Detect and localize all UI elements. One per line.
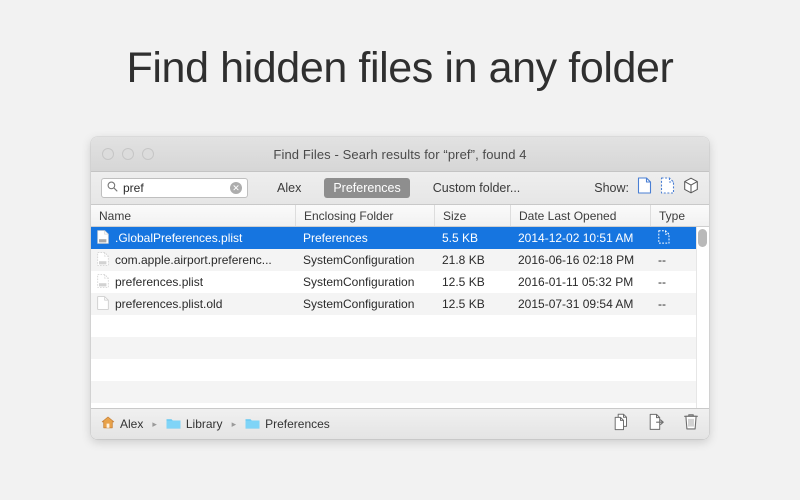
table-row[interactable]: preferences.plist.old SystemConfiguratio… bbox=[91, 293, 709, 315]
breadcrumb: Alex ▸ Library ▸ Preferences bbox=[101, 416, 330, 432]
page-title: Find hidden files in any folder bbox=[126, 44, 674, 92]
cell-date-last-opened: 2015-07-31 09:54 AM bbox=[518, 297, 634, 311]
file-name-label: .GlobalPreferences.plist bbox=[115, 231, 243, 245]
file-name-label: preferences.plist bbox=[115, 275, 204, 289]
column-header-date-last-opened[interactable]: Date Last Opened bbox=[510, 205, 650, 226]
zoom-button[interactable] bbox=[142, 148, 154, 160]
search-input[interactable]: pref bbox=[123, 182, 225, 194]
cell-name: preferences.plist bbox=[91, 271, 295, 293]
file-name-label: preferences.plist.old bbox=[115, 297, 223, 311]
breadcrumb-item-alex[interactable]: Alex bbox=[120, 417, 143, 431]
table-row[interactable]: preferences.plist SystemConfiguration 12… bbox=[91, 271, 709, 293]
cell-enclosing-folder: SystemConfiguration bbox=[303, 275, 415, 289]
close-button[interactable] bbox=[102, 148, 114, 160]
scrollbar-track[interactable] bbox=[696, 227, 709, 408]
empty-row bbox=[91, 359, 709, 381]
show-filter-group: Show: bbox=[594, 177, 699, 199]
minimize-button[interactable] bbox=[122, 148, 134, 160]
column-header-type[interactable]: Type bbox=[650, 205, 709, 226]
home-icon bbox=[101, 416, 115, 432]
empty-row bbox=[91, 315, 709, 337]
traffic-light-group bbox=[102, 148, 154, 160]
column-header-size[interactable]: Size bbox=[434, 205, 510, 226]
cell-size: 12.5 KB bbox=[442, 297, 485, 311]
cell-size: 12.5 KB bbox=[442, 275, 485, 289]
column-header-enclosing-folder[interactable]: Enclosing Folder bbox=[295, 205, 434, 226]
show-label: Show: bbox=[594, 181, 629, 195]
cell-name: preferences.plist.old bbox=[91, 293, 295, 315]
cell-enclosing-folder: SystemConfiguration bbox=[303, 253, 415, 267]
cell-name: .GlobalPreferences.plist bbox=[91, 227, 295, 249]
search-icon bbox=[107, 179, 118, 197]
table-column-headers: Name Enclosing Folder Size Date Last Ope… bbox=[91, 205, 709, 227]
empty-row bbox=[91, 337, 709, 359]
scope-button-alex[interactable]: Alex bbox=[268, 178, 310, 198]
cell-date-last-opened: 2016-06-16 02:18 PM bbox=[518, 253, 635, 267]
folder-icon bbox=[245, 417, 260, 432]
cell-date-last-opened: 2016-01-11 05:32 PM bbox=[518, 275, 634, 289]
breadcrumb-separator: ▸ bbox=[231, 418, 237, 429]
window-title: Find Files - Searh results for “pref”, f… bbox=[273, 146, 527, 162]
scrollbar-thumb[interactable] bbox=[698, 229, 707, 247]
clear-search-icon[interactable]: ✕ bbox=[230, 182, 242, 194]
cell-name: com.apple.airport.preferenc... bbox=[91, 249, 295, 271]
window-titlebar: Find Files - Searh results for “pref”, f… bbox=[91, 137, 709, 172]
plist-file-icon bbox=[97, 229, 109, 247]
copy-icon[interactable] bbox=[613, 413, 630, 436]
table-row[interactable]: com.apple.airport.preferenc... SystemCon… bbox=[91, 249, 709, 271]
document-file-icon bbox=[97, 295, 109, 313]
breadcrumb-item-preferences[interactable]: Preferences bbox=[265, 417, 330, 431]
trash-icon[interactable] bbox=[683, 413, 699, 436]
cell-enclosing-folder: SystemConfiguration bbox=[303, 297, 415, 311]
search-field[interactable]: pref ✕ bbox=[101, 178, 248, 198]
cell-size: 21.8 KB bbox=[442, 253, 485, 267]
status-bar-actions bbox=[613, 413, 699, 436]
scope-button-custom-folder[interactable]: Custom folder... bbox=[424, 178, 530, 198]
toolbar: pref ✕ Alex Preferences Custom folder...… bbox=[91, 172, 709, 205]
empty-row bbox=[91, 381, 709, 403]
cell-size: 5.5 KB bbox=[442, 231, 479, 245]
hidden-file-icon[interactable] bbox=[660, 177, 675, 199]
cell-enclosing-folder: Preferences bbox=[303, 231, 368, 245]
move-icon[interactable] bbox=[648, 413, 665, 436]
breadcrumb-separator: ▸ bbox=[152, 418, 157, 429]
scope-button-preferences[interactable]: Preferences bbox=[324, 178, 410, 198]
hidden-plist-file-icon bbox=[97, 273, 109, 291]
hidden-file-icon bbox=[658, 229, 670, 247]
hidden-plist-file-icon bbox=[97, 251, 109, 269]
breadcrumb-item-library[interactable]: Library bbox=[186, 417, 223, 431]
visible-file-icon[interactable] bbox=[637, 177, 652, 199]
file-name-label: com.apple.airport.preferenc... bbox=[115, 253, 272, 267]
status-bar: Alex ▸ Library ▸ Preferences bbox=[91, 408, 709, 439]
package-icon[interactable] bbox=[683, 177, 699, 199]
folder-icon bbox=[166, 417, 181, 432]
cell-date-last-opened: 2014-12-02 10:51 AM bbox=[518, 231, 634, 245]
results-table: .GlobalPreferences.plist Preferences 5.5… bbox=[91, 227, 709, 408]
column-header-name[interactable]: Name bbox=[91, 205, 295, 226]
find-files-window: Find Files - Searh results for “pref”, f… bbox=[91, 137, 709, 439]
table-row[interactable]: .GlobalPreferences.plist Preferences 5.5… bbox=[91, 227, 709, 249]
